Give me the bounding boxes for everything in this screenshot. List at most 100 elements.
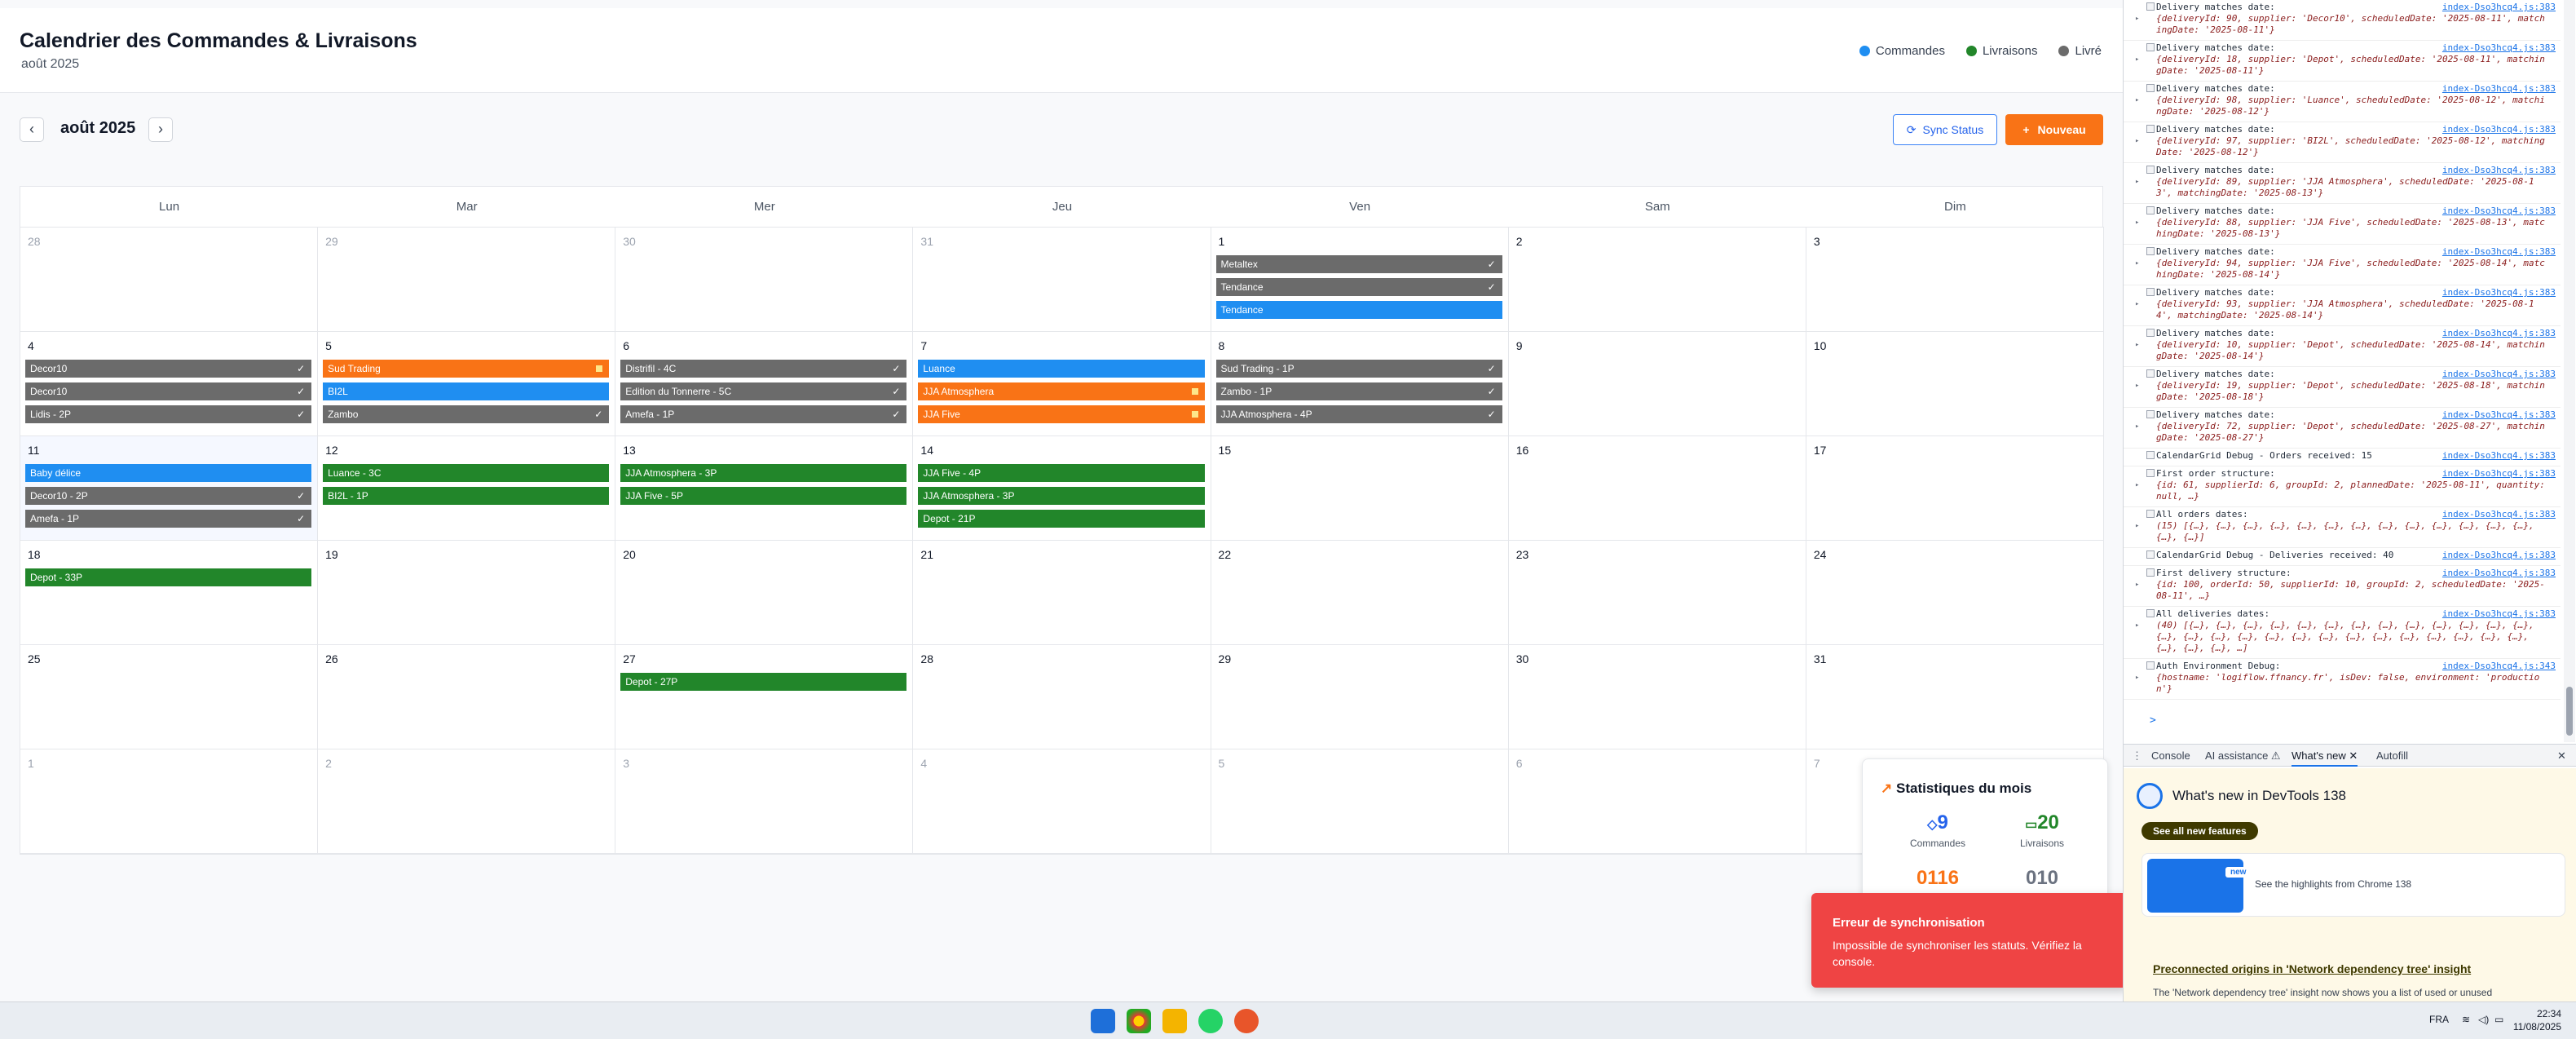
error-toast[interactable]: Erreur de synchronisation Impossible de … (1811, 893, 2129, 988)
console-source-link[interactable]: index-Dso3hcq4.js:383 (2442, 328, 2556, 338)
day-cell[interactable]: 9 (1508, 332, 1806, 436)
see-all-features-button[interactable]: See all new features (2142, 822, 2258, 840)
calendar-event[interactable]: Decor10 ✓ (25, 360, 312, 378)
calendar-event[interactable]: Tendance ✓ (1215, 278, 1502, 296)
calendar-event[interactable]: Zambo ✓ (323, 405, 610, 423)
video-thumbnail[interactable]: new (2147, 859, 2252, 913)
day-cell[interactable]: 11 Baby délice Decor10 - 2P ✓ Amefa - 1P ✓ (20, 436, 319, 541)
day-cell[interactable]: 5 Sud Trading BI2L Zambo ✓ (318, 332, 616, 436)
new-button[interactable]: + Nouveau (2005, 114, 2103, 145)
console-source-link[interactable]: index-Dso3hcq4.js:383 (2442, 246, 2556, 257)
expand-arrow-icon[interactable]: ▸ (2135, 581, 2139, 589)
scroll-thumb[interactable] (2566, 687, 2573, 736)
day-cell[interactable]: 3 (615, 749, 914, 854)
console-line[interactable]: Delivery matches date: index-Dso3hcq4.js:… (2124, 122, 2561, 163)
console-source-link[interactable]: index-Dso3hcq4.js:383 (2442, 550, 2556, 560)
day-cell[interactable]: 30 (615, 228, 914, 332)
calendar-event[interactable]: Lidis - 2P ✓ (25, 405, 312, 423)
console-line[interactable]: Delivery matches date: index-Dso3hcq4.js:… (2124, 82, 2561, 122)
expand-arrow-icon[interactable]: ▸ (2135, 481, 2139, 489)
console-source-link[interactable]: index-Dso3hcq4.js:383 (2442, 468, 2556, 479)
day-cell[interactable]: 2 (318, 749, 616, 854)
calendar-event[interactable]: JJA Atmosphera (918, 382, 1205, 400)
expand-arrow-icon[interactable]: ▸ (2135, 178, 2139, 186)
prev-month-button[interactable]: ‹ (20, 117, 44, 142)
calendar-event[interactable]: JJA Atmosphera - 4P ✓ (1215, 405, 1502, 423)
calendar-event[interactable]: Sud Trading - 1P ✓ (1215, 360, 1502, 378)
calendar-event[interactable]: JJA Five - 4P (918, 464, 1205, 482)
day-cell[interactable]: 13 JJA Atmosphera - 3P JJA Five - 5P (615, 436, 914, 541)
console-source-link[interactable]: index-Dso3hcq4.js:383 (2442, 509, 2556, 520)
day-cell[interactable]: 7 Luance JJA Atmosphera JJA Five (913, 332, 1211, 436)
console-line[interactable]: CalendarGrid Debug - Orders received: 15… (2124, 449, 2561, 466)
day-cell[interactable]: 4 (913, 749, 1211, 854)
volume-icon[interactable]: ◁) (2478, 1014, 2489, 1025)
tab-ai-assistance[interactable]: AI assistance ⚠ (2205, 749, 2281, 763)
tab-console[interactable]: Console (2151, 749, 2190, 762)
console-source-link[interactable]: index-Dso3hcq4.js:383 (2442, 287, 2556, 298)
day-cell[interactable]: 8 Sud Trading - 1P ✓ Zambo - 1P ✓ JJA Atmosph… (1211, 332, 1509, 436)
console-source-link[interactable]: index-Dso3hcq4.js:383 (2442, 206, 2556, 216)
calendar-event[interactable]: Depot - 21P (918, 510, 1205, 528)
console-line[interactable]: Delivery matches date: index-Dso3hcq4.js:… (2124, 367, 2561, 408)
console-source-link[interactable]: index-Dso3hcq4.js:383 (2442, 42, 2556, 53)
expand-arrow-icon[interactable]: ▸ (2135, 341, 2139, 349)
day-cell[interactable]: 25 (20, 645, 319, 749)
calendar-event[interactable]: Zambo - 1P ✓ (1215, 382, 1502, 400)
console-line[interactable]: Delivery matches date: index-Dso3hcq4.js:… (2124, 41, 2561, 82)
day-cell[interactable]: 5 (1211, 749, 1509, 854)
day-cell[interactable]: 22 (1211, 541, 1509, 645)
calendar-event[interactable]: JJA Five (918, 405, 1205, 423)
expand-arrow-icon[interactable]: ▸ (2135, 219, 2139, 227)
day-cell[interactable]: 31 (1806, 645, 2104, 749)
expand-arrow-icon[interactable]: ▸ (2135, 300, 2139, 308)
calendar-event[interactable]: Edition du Tonnerre - 5C ✓ (620, 382, 907, 400)
console-scrollbar[interactable] (2564, 0, 2575, 742)
battery-icon[interactable]: ▭ (2494, 1014, 2503, 1025)
file-explorer-icon[interactable] (1162, 1009, 1187, 1033)
console-line[interactable]: Delivery matches date: index-Dso3hcq4.js:… (2124, 163, 2561, 204)
expand-arrow-icon[interactable]: ▸ (2135, 55, 2139, 64)
day-cell[interactable]: 4 Decor10 ✓ Decor10 ✓ Lidis - 2P ✓ (20, 332, 319, 436)
feature-link[interactable]: Preconnected origins in 'Network depende… (2153, 962, 2471, 975)
day-cell[interactable]: 26 (318, 645, 616, 749)
day-cell[interactable]: 23 (1508, 541, 1806, 645)
calendar-event[interactable]: Tendance (1215, 301, 1502, 319)
highlight-card[interactable]: new See the highlights from Chrome 138 (2142, 853, 2565, 917)
console-source-link[interactable]: index-Dso3hcq4.js:383 (2442, 165, 2556, 175)
day-cell[interactable]: 14 JJA Five - 4P JJA Atmosphera - 3P Depot … (913, 436, 1211, 541)
whatsapp-icon[interactable] (1198, 1009, 1223, 1033)
day-cell[interactable]: 17 (1806, 436, 2104, 541)
wifi-icon[interactable]: ≋ (2462, 1014, 2470, 1025)
next-month-button[interactable]: › (148, 117, 173, 142)
console-line[interactable]: All orders dates: index-Dso3hcq4.js:383 ▸ (… (2124, 507, 2561, 548)
day-cell[interactable]: 18 Depot - 33P (20, 541, 319, 645)
calendar-event[interactable]: Amefa - 1P ✓ (25, 510, 312, 528)
tab-autofill[interactable]: Autofill (2376, 749, 2408, 762)
console-line[interactable]: First order structure: index-Dso3hcq4.js:… (2124, 466, 2561, 507)
day-cell[interactable]: 6 Distrifil - 4C ✓ Edition du Tonnerre - 5C… (615, 332, 914, 436)
calendar-event[interactable]: Metaltex ✓ (1215, 255, 1502, 273)
start-icon[interactable] (1091, 1009, 1115, 1033)
console-line[interactable]: Delivery matches date: index-Dso3hcq4.js:… (2124, 326, 2561, 367)
console-line[interactable]: Delivery matches date: index-Dso3hcq4.js:… (2124, 0, 2561, 41)
day-cell[interactable]: 29 (318, 228, 616, 332)
day-cell[interactable]: 12 Luance - 3C BI2L - 1P (318, 436, 616, 541)
expand-arrow-icon[interactable]: ▸ (2135, 422, 2139, 431)
expand-arrow-icon[interactable]: ▸ (2135, 96, 2139, 104)
console-source-link[interactable]: index-Dso3hcq4.js:343 (2442, 661, 2556, 671)
console-line[interactable]: First delivery structure: index-Dso3hcq4.… (2124, 566, 2561, 607)
console-line[interactable]: Delivery matches date: index-Dso3hcq4.js:… (2124, 408, 2561, 449)
console-source-link[interactable]: index-Dso3hcq4.js:383 (2442, 568, 2556, 578)
day-cell[interactable]: 30 (1508, 645, 1806, 749)
calendar-event[interactable]: JJA Atmosphera - 3P (918, 487, 1205, 505)
calendar-event[interactable]: Decor10 - 2P ✓ (25, 487, 312, 505)
calendar-event[interactable]: Amefa - 1P ✓ (620, 405, 907, 423)
calendar-event[interactable]: Sud Trading (323, 360, 610, 378)
expand-arrow-icon[interactable]: ▸ (2135, 382, 2139, 390)
day-cell[interactable]: 29 (1211, 645, 1509, 749)
drawer-menu-icon[interactable]: ⋮ (2132, 749, 2142, 763)
day-cell[interactable]: 24 (1806, 541, 2104, 645)
tab-whats-new[interactable]: What's new ✕ (2291, 749, 2358, 767)
calendar-event[interactable]: JJA Five - 5P (620, 487, 907, 505)
